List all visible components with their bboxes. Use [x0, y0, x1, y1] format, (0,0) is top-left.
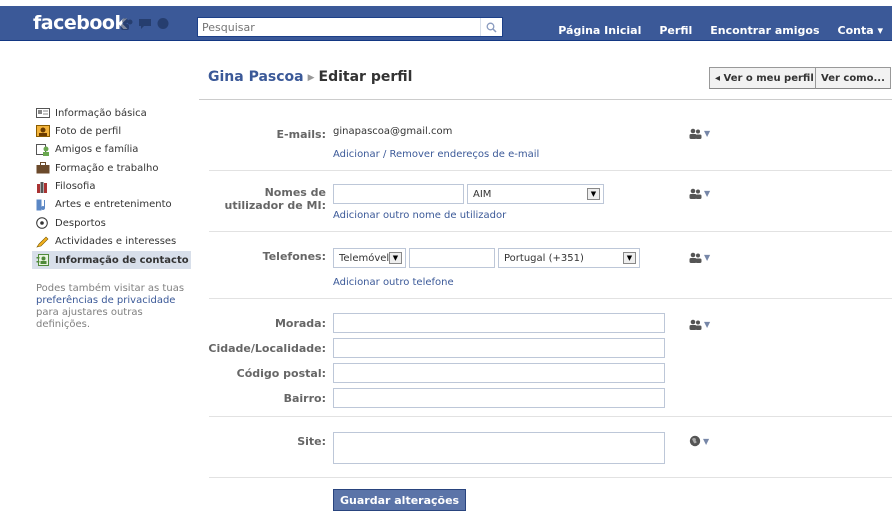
section-divider — [209, 231, 892, 232]
bairro-field[interactable] — [333, 388, 665, 408]
view-my-profile-button[interactable]: ◂ Ver o meu perfil — [709, 67, 820, 89]
phone-number-field[interactable] — [409, 248, 495, 268]
photo-icon — [36, 125, 50, 138]
chevron-down-icon: ▼ — [389, 252, 402, 264]
soccer-ball-icon — [36, 217, 48, 230]
top-nav: Página Inicial Perfil Encontrar amigos C… — [549, 24, 892, 37]
manage-emails-link[interactable]: Adicionar / Remover endereços de e-mail — [333, 149, 539, 160]
sidebar-item-arts-entertainment[interactable]: Artes e entretenimento — [36, 196, 191, 214]
im-service-select[interactable]: AIM ▼ — [467, 184, 604, 204]
morada-label: Morada: — [274, 317, 326, 330]
id-card-icon — [36, 108, 50, 118]
dropdown-caret-icon: ▼ — [704, 188, 711, 198]
books-icon — [37, 181, 47, 193]
messages-icon[interactable] — [138, 17, 152, 30]
emails-label: E-mails: — [276, 128, 326, 141]
morada-field[interactable] — [333, 313, 665, 333]
sidebar-item-education-work[interactable]: Formação e trabalho — [36, 159, 191, 177]
dropdown-caret-icon: ▼ — [704, 252, 711, 262]
notifications-icon[interactable] — [156, 17, 170, 30]
sidebar-item-label: Informação básica — [55, 107, 147, 119]
add-im-link[interactable]: Adicionar outro nome de utilizador — [333, 210, 506, 221]
email-value: ginapascoa@gmail.com — [333, 126, 453, 137]
codigo-postal-label: Código postal: — [236, 367, 326, 380]
facebook-logo[interactable]: facebook — [33, 12, 127, 34]
profile-name-link[interactable]: Gina Pascoa — [208, 69, 304, 85]
sidebar-item-sports[interactable]: Desportos — [36, 214, 191, 232]
top-edge — [0, 0, 892, 6]
chevron-down-icon: ▼ — [587, 188, 600, 200]
privacy-preferences-link[interactable]: preferências de privacidade — [36, 295, 175, 306]
sidebar-item-basic-info[interactable]: Informação básica — [36, 104, 191, 122]
save-changes-button[interactable]: Guardar alterações — [333, 489, 467, 511]
friend-requests-icon[interactable] — [120, 17, 134, 30]
phone-country-select[interactable]: Portugal (+351) ▼ — [498, 248, 640, 268]
cidade-label: Cidade/Localidade: — [208, 342, 326, 355]
friends-privacy-icon — [689, 252, 702, 263]
page-title: Gina Pascoa ▶ Editar perfil — [208, 69, 412, 85]
search-input[interactable] — [198, 18, 480, 36]
section-divider — [209, 416, 892, 417]
sidebar-item-label: Amigos e família — [55, 144, 139, 156]
site-field[interactable] — [333, 432, 665, 464]
privacy-selector[interactable]: ▼ — [689, 250, 710, 264]
friends-icon — [36, 143, 49, 156]
friends-privacy-icon — [689, 128, 702, 139]
add-phone-link[interactable]: Adicionar outro telefone — [333, 277, 454, 288]
privacy-selector[interactable]: ▼ — [689, 126, 710, 140]
view-as-button[interactable]: Ver como... — [815, 67, 891, 89]
friends-privacy-icon — [689, 188, 702, 199]
sidebar-item-label: Informação de contacto — [55, 254, 189, 266]
im-label: Nomes de utilizador de MI: — [224, 186, 326, 212]
nav-profile[interactable]: Perfil — [650, 24, 701, 37]
briefcase-icon — [36, 162, 50, 174]
phone-type-select[interactable]: Telemóvel ▼ — [333, 248, 406, 268]
section-divider — [209, 298, 892, 299]
search-box[interactable] — [197, 17, 503, 37]
page-name: Editar perfil — [318, 69, 413, 85]
privacy-selector[interactable]: ▼ — [689, 186, 710, 200]
breadcrumb-arrow-icon: ▶ — [307, 73, 315, 83]
section-divider — [209, 170, 892, 171]
sidebar-item-friends-family[interactable]: Amigos e família — [36, 141, 191, 159]
header-divider — [199, 99, 892, 100]
pencil-icon — [36, 236, 49, 248]
search-icon[interactable] — [480, 18, 502, 36]
nav-find-friends[interactable]: Encontrar amigos — [701, 24, 828, 37]
nav-account[interactable]: Conta ▾ — [829, 24, 892, 37]
privacy-selector[interactable]: ▼ — [689, 434, 709, 448]
friends-privacy-icon — [689, 319, 702, 330]
sidebar-item-label: Formação e trabalho — [55, 162, 159, 174]
contact-icon — [36, 254, 49, 267]
sidebar-item-label: Foto de perfil — [55, 125, 122, 137]
sidebar-item-profile-photo[interactable]: Foto de perfil — [36, 122, 191, 140]
dropdown-caret-icon: ▼ — [704, 319, 711, 329]
sidebar-item-label: Filosofia — [55, 181, 96, 193]
dropdown-caret-icon: ▼ — [704, 128, 711, 138]
nav-home[interactable]: Página Inicial — [549, 24, 650, 37]
sidebar-item-label: Actividades e interesses — [55, 236, 177, 248]
privacy-selector[interactable]: ▼ — [689, 317, 710, 331]
dropdown-caret-icon: ▼ — [703, 436, 710, 446]
globe-icon — [689, 435, 701, 447]
cidade-field[interactable] — [333, 338, 665, 358]
sidebar-item-contact-info[interactable]: Informação de contacto — [32, 251, 191, 270]
im-username-field[interactable] — [333, 184, 464, 204]
sidebar: Informação básica Foto de perfil Amigos … — [32, 104, 191, 331]
sidebar-item-activities-interests[interactable]: Actividades e interesses — [36, 233, 191, 251]
sidebar-item-philosophy[interactable]: Filosofia — [36, 178, 191, 196]
site-label: Site: — [297, 435, 326, 448]
sidebar-item-label: Artes e entretenimento — [55, 199, 172, 211]
chevron-down-icon: ▼ — [623, 252, 636, 264]
sidebar-item-label: Desportos — [55, 217, 106, 229]
section-divider — [209, 477, 892, 478]
bairro-label: Bairro: — [283, 392, 326, 405]
privacy-note: Podes também visitar as tuas preferência… — [36, 283, 185, 331]
music-icon — [36, 199, 46, 211]
codigo-postal-field[interactable] — [333, 363, 665, 383]
phones-label: Telefones: — [262, 250, 326, 263]
